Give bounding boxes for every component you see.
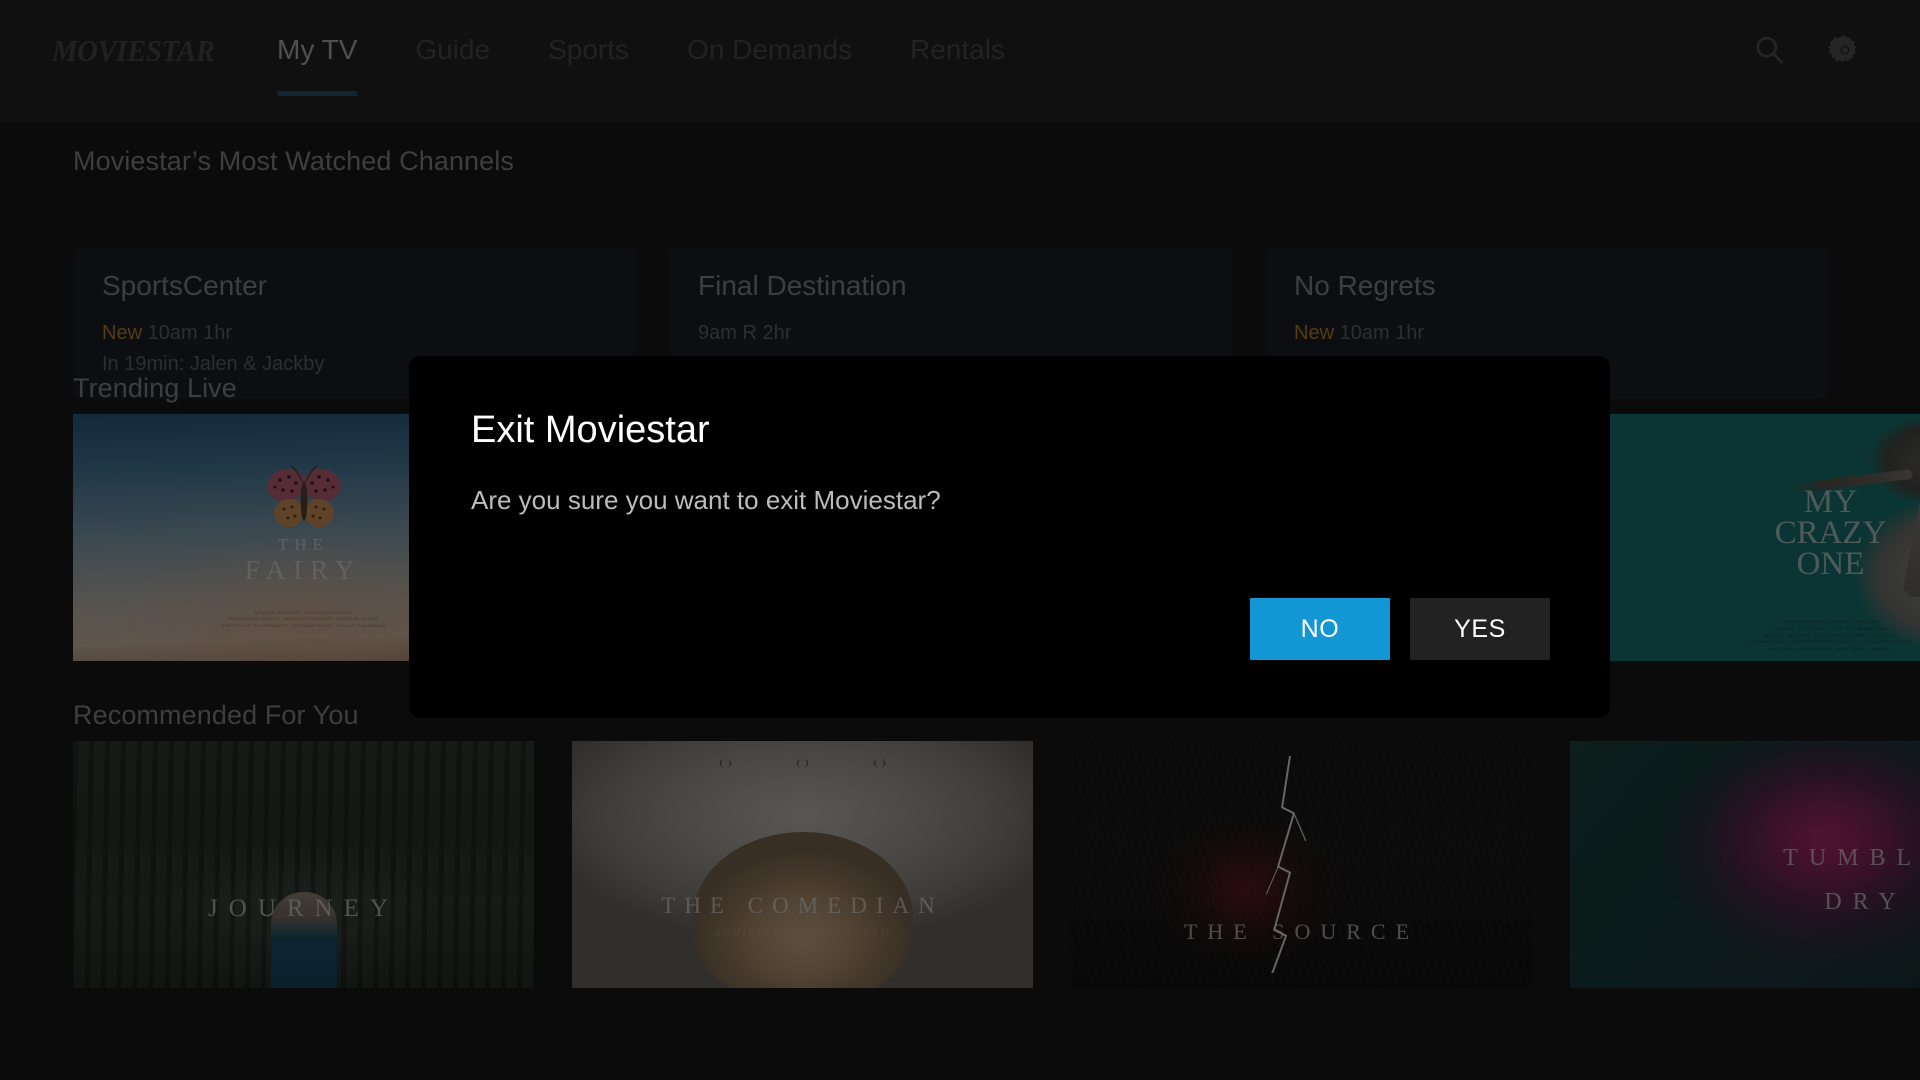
dialog-button-group: NO YES <box>1250 598 1550 660</box>
yes-button[interactable]: YES <box>1410 598 1550 660</box>
dialog-title: Exit Moviestar <box>471 409 710 451</box>
no-button[interactable]: NO <box>1250 598 1390 660</box>
exit-confirmation-dialog: Exit Moviestar Are you sure you want to … <box>409 356 1610 718</box>
dialog-message: Are you sure you want to exit Moviestar? <box>471 484 941 515</box>
app-root: MOVIESTAR My TV Guide Sports On Demands … <box>0 0 1920 1080</box>
